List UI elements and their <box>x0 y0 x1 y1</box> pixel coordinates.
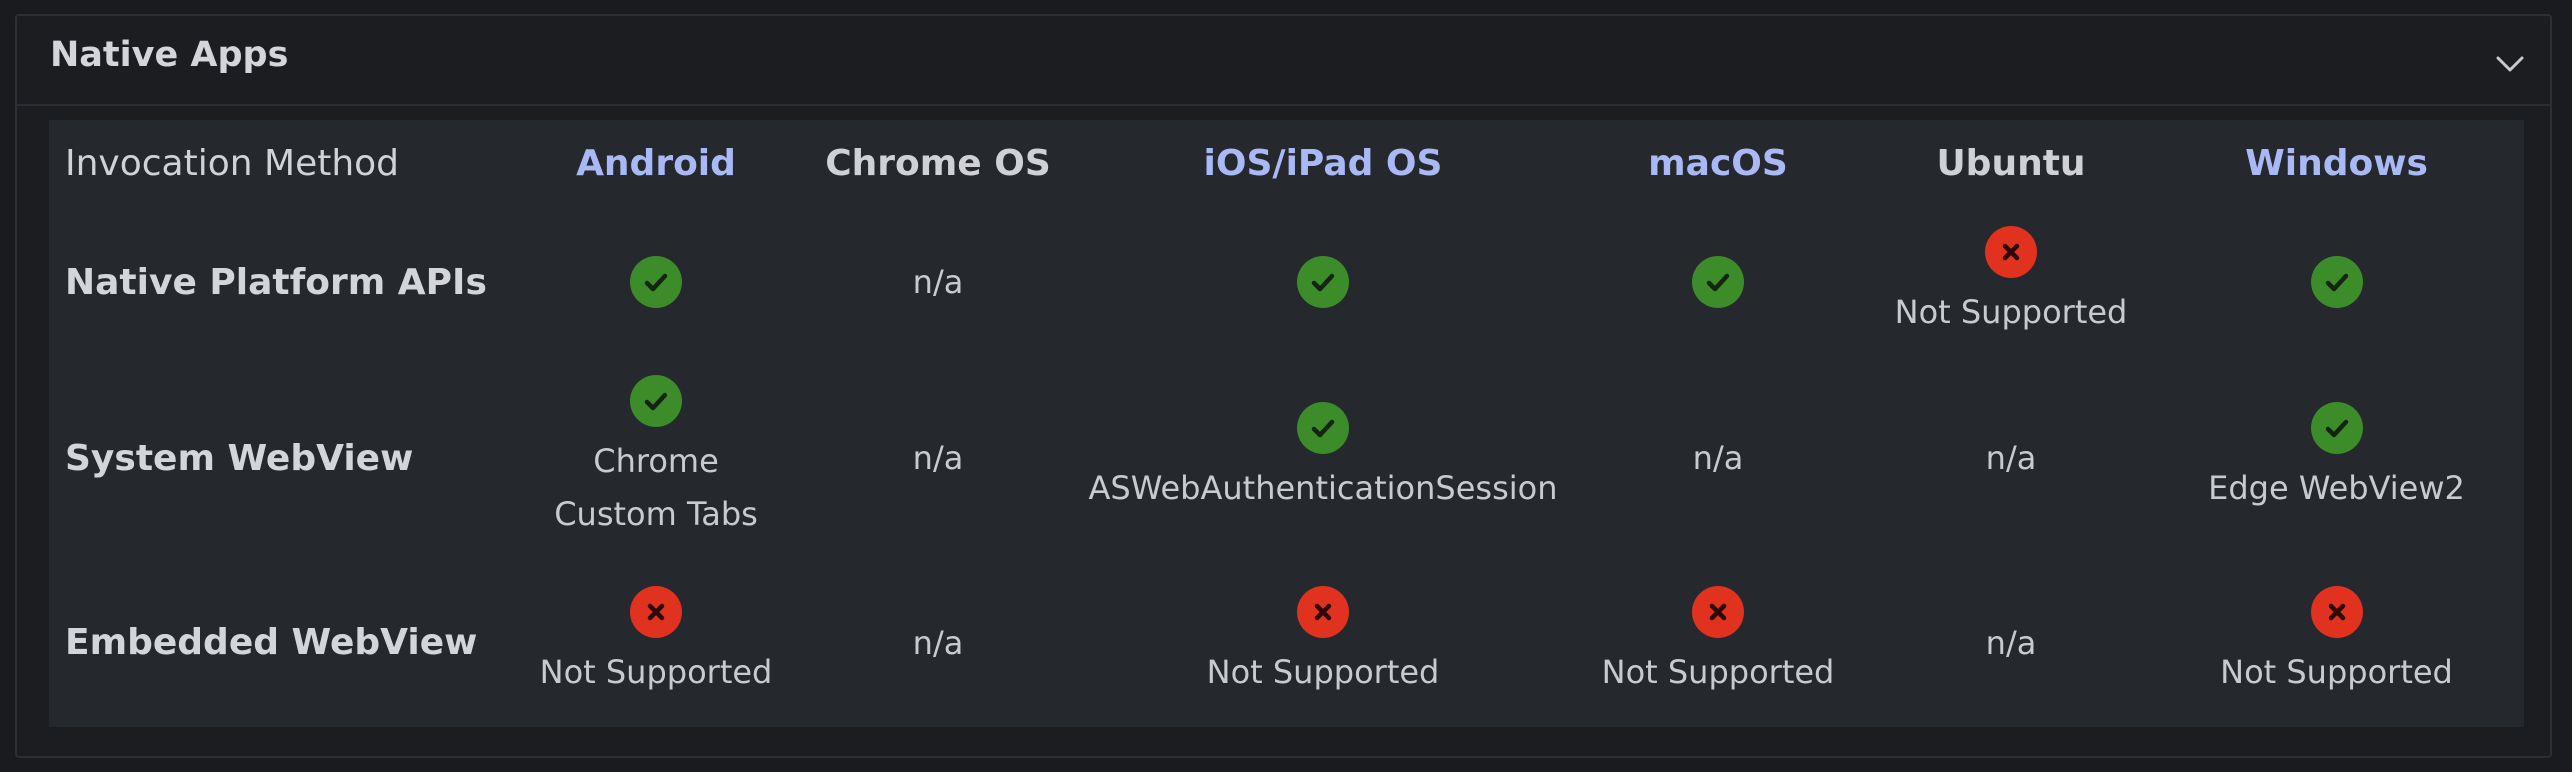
column-macos[interactable]: macOS <box>1563 120 1873 206</box>
check-icon <box>1297 256 1349 308</box>
cell-windows: Edge WebView2 <box>2149 358 2524 558</box>
not-applicable-text: n/a <box>912 623 964 662</box>
row-label: System WebView <box>65 437 414 479</box>
check-icon <box>630 256 682 308</box>
not-applicable-text: n/a <box>912 439 964 477</box>
x-icon <box>1985 225 2037 278</box>
column-windows[interactable]: Windows <box>2149 120 2524 206</box>
x-icon <box>1297 586 1349 638</box>
cell-windows: Not Supported <box>2149 558 2524 727</box>
table-row: Embedded WebView Not Supported n/a Not Supp… <box>49 558 2524 727</box>
x-icon <box>1692 586 1744 638</box>
not-applicable-text: n/a <box>1985 439 2037 477</box>
panel-title: Native Apps <box>50 35 289 75</box>
invocation-method-header: Invocation Method <box>65 142 400 184</box>
status-note: Not Supported <box>1601 653 1835 691</box>
x-icon <box>630 586 682 638</box>
chevron-down-icon[interactable] <box>2490 44 2530 84</box>
cell-android <box>519 206 793 358</box>
status-note: Not Supported <box>1206 653 1440 691</box>
status-note-line: Custom Tabs <box>554 495 758 533</box>
column-ubuntu: Ubuntu <box>1936 142 2086 184</box>
not-applicable-text: n/a <box>912 263 964 301</box>
cell-ios-ipados: ASWebAuthenticationSession <box>1083 358 1563 558</box>
column-ios-ipados[interactable]: iOS/iPad OS <box>1083 120 1563 206</box>
cell-macos: n/a <box>1563 358 1873 558</box>
row-label: Native Platform APIs <box>65 261 487 303</box>
cell-ubuntu: Not Supported <box>1873 206 2149 358</box>
cell-ios-ipados <box>1083 206 1563 358</box>
panel-header[interactable]: Native Apps <box>17 16 2550 106</box>
check-icon <box>2310 401 2363 454</box>
cell-chrome-os: n/a <box>793 358 1083 558</box>
table-row: System WebView Chrome Custom Tabs n/a ASWebA… <box>49 358 2524 558</box>
status-note: Not Supported <box>2220 653 2453 691</box>
check-icon <box>2310 256 2363 308</box>
status-note: ASWebAuthenticationSession <box>1088 468 1558 507</box>
native-apps-panel: Native Apps Invocation Method Android Ch… <box>15 14 2552 758</box>
status-note-line: Chrome <box>593 442 719 480</box>
table-row: Native Platform APIs n/a Not Supported <box>49 206 2524 358</box>
cell-android: Not Supported <box>519 558 793 727</box>
column-chrome-os: Chrome OS <box>825 142 1051 184</box>
column-android[interactable]: Android <box>519 120 793 206</box>
cell-ios-ipados: Not Supported <box>1083 558 1563 727</box>
status-note: Chrome Custom Tabs <box>519 435 793 541</box>
cell-macos: Not Supported <box>1563 558 1873 727</box>
not-applicable-text: n/a <box>1692 439 1744 477</box>
support-matrix: Invocation Method Android Chrome OS iOS/… <box>49 120 2524 727</box>
header-row: Invocation Method Android Chrome OS iOS/… <box>49 120 2524 206</box>
cell-macos <box>1563 206 1873 358</box>
row-label: Embedded WebView <box>65 622 478 663</box>
not-applicable-text: n/a <box>1985 623 2037 662</box>
check-icon <box>630 375 682 427</box>
cell-android: Chrome Custom Tabs <box>519 358 793 558</box>
x-icon <box>2310 586 2363 638</box>
support-table: Invocation Method Android Chrome OS iOS/… <box>49 120 2524 727</box>
cell-chrome-os: n/a <box>793 558 1083 727</box>
cell-ubuntu: n/a <box>1873 358 2149 558</box>
status-note: Not Supported <box>539 653 773 691</box>
cell-chrome-os: n/a <box>793 206 1083 358</box>
check-icon <box>1297 401 1349 454</box>
status-note: Edge WebView2 <box>2208 468 2465 507</box>
status-note: Not Supported <box>1894 292 2128 331</box>
check-icon <box>1692 256 1744 308</box>
cell-windows <box>2149 206 2524 358</box>
cell-ubuntu: n/a <box>1873 558 2149 727</box>
